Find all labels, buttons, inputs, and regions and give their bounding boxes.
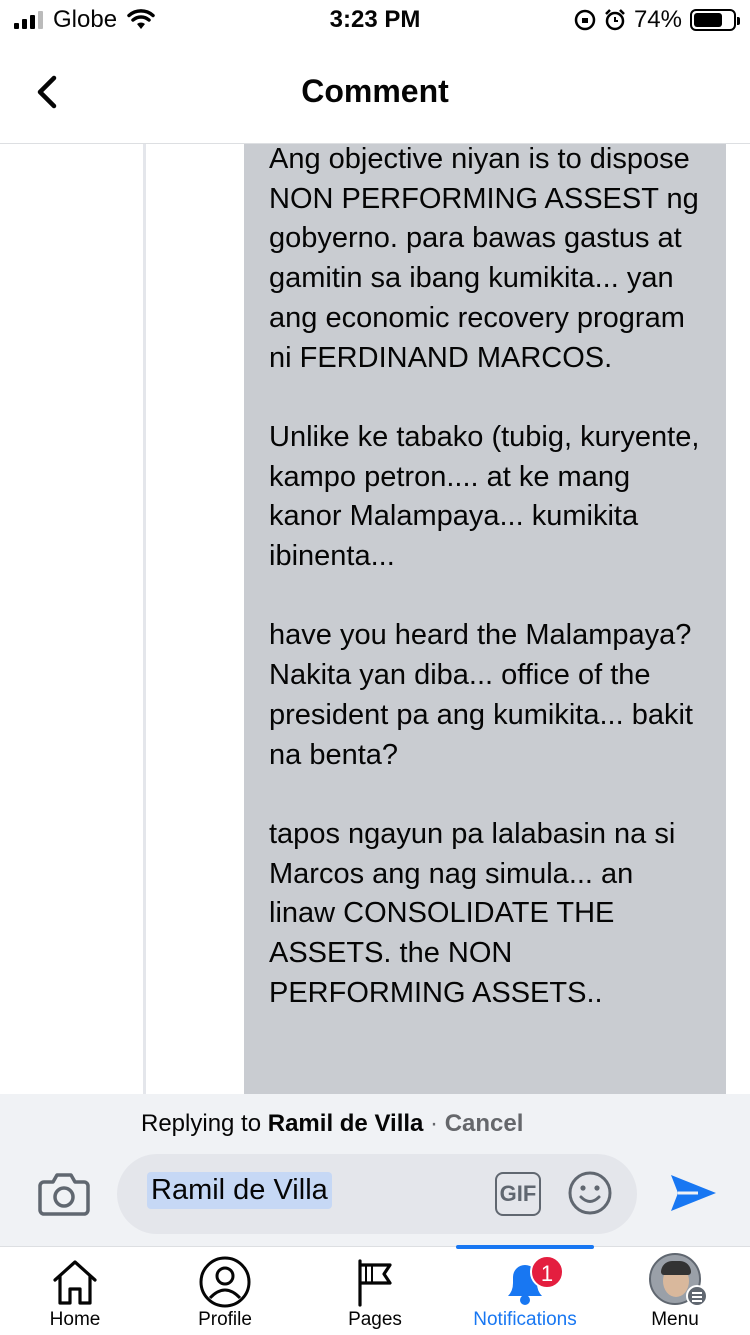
comment-thread: Ang objective niyan is to dispose NON PE… [0,144,750,1094]
flag-icon [358,1259,392,1307]
comment-paragraph: tapos ngayun pa lalabasin na si Marcos a… [269,817,676,1009]
tab-label: Pages [348,1309,402,1330]
status-bar: Globe 3:23 PM 74% [0,0,750,40]
tab-label: Menu [651,1309,699,1330]
gif-button[interactable]: GIF [495,1172,541,1216]
cancel-reply-button[interactable]: Cancel [445,1110,524,1137]
tab-home[interactable]: Home [0,1247,150,1335]
replying-to-name: Ramil de Villa [267,1110,424,1137]
comment-paragraph: Unlike ke tabako (tubig, kuryente, kampo… [269,420,700,573]
home-icon [53,1260,97,1305]
thread-line [143,144,146,1094]
profile-icon [199,1256,251,1308]
reply-composer: Replying to Ramil de Villa · Cancel Rami… [0,1094,750,1246]
mention-tag: Ramil de Villa [147,1172,332,1209]
rotation-lock-icon [574,9,596,31]
battery-icon [690,9,740,31]
comment-bubble[interactable]: Ang objective niyan is to dispose NON PE… [244,144,726,1094]
emoji-icon[interactable] [567,1170,613,1216]
camera-icon[interactable] [38,1170,90,1216]
battery-percent: 74% [633,6,682,33]
tab-notifications[interactable]: 1 Notifications [450,1247,600,1335]
menu-icon [686,1285,708,1307]
replying-to-label: Replying to Ramil de Villa · Cancel [141,1110,524,1137]
tab-label: Home [49,1309,101,1330]
alarm-icon [605,9,625,31]
page-title: Comment [301,73,449,109]
send-icon[interactable] [668,1172,718,1214]
page-header: Comment [0,40,750,144]
tab-menu[interactable]: Menu [600,1247,750,1335]
tab-label: Profile [198,1309,252,1330]
comment-input[interactable]: Ramil de Villa GIF [117,1154,637,1234]
comment-paragraph: have you heard the Malampaya? Nakita yan… [269,619,693,771]
tab-pages[interactable]: Pages [300,1247,450,1335]
notification-badge: 1 [530,1255,564,1289]
comment-paragraph: Ang objective niyan is to dispose NON PE… [269,144,699,374]
tab-label: Notifications [473,1309,577,1330]
tab-profile[interactable]: Profile [150,1247,300,1335]
bottom-tab-bar: Home Profile Pages 1 Notifications Menu [0,1245,750,1335]
